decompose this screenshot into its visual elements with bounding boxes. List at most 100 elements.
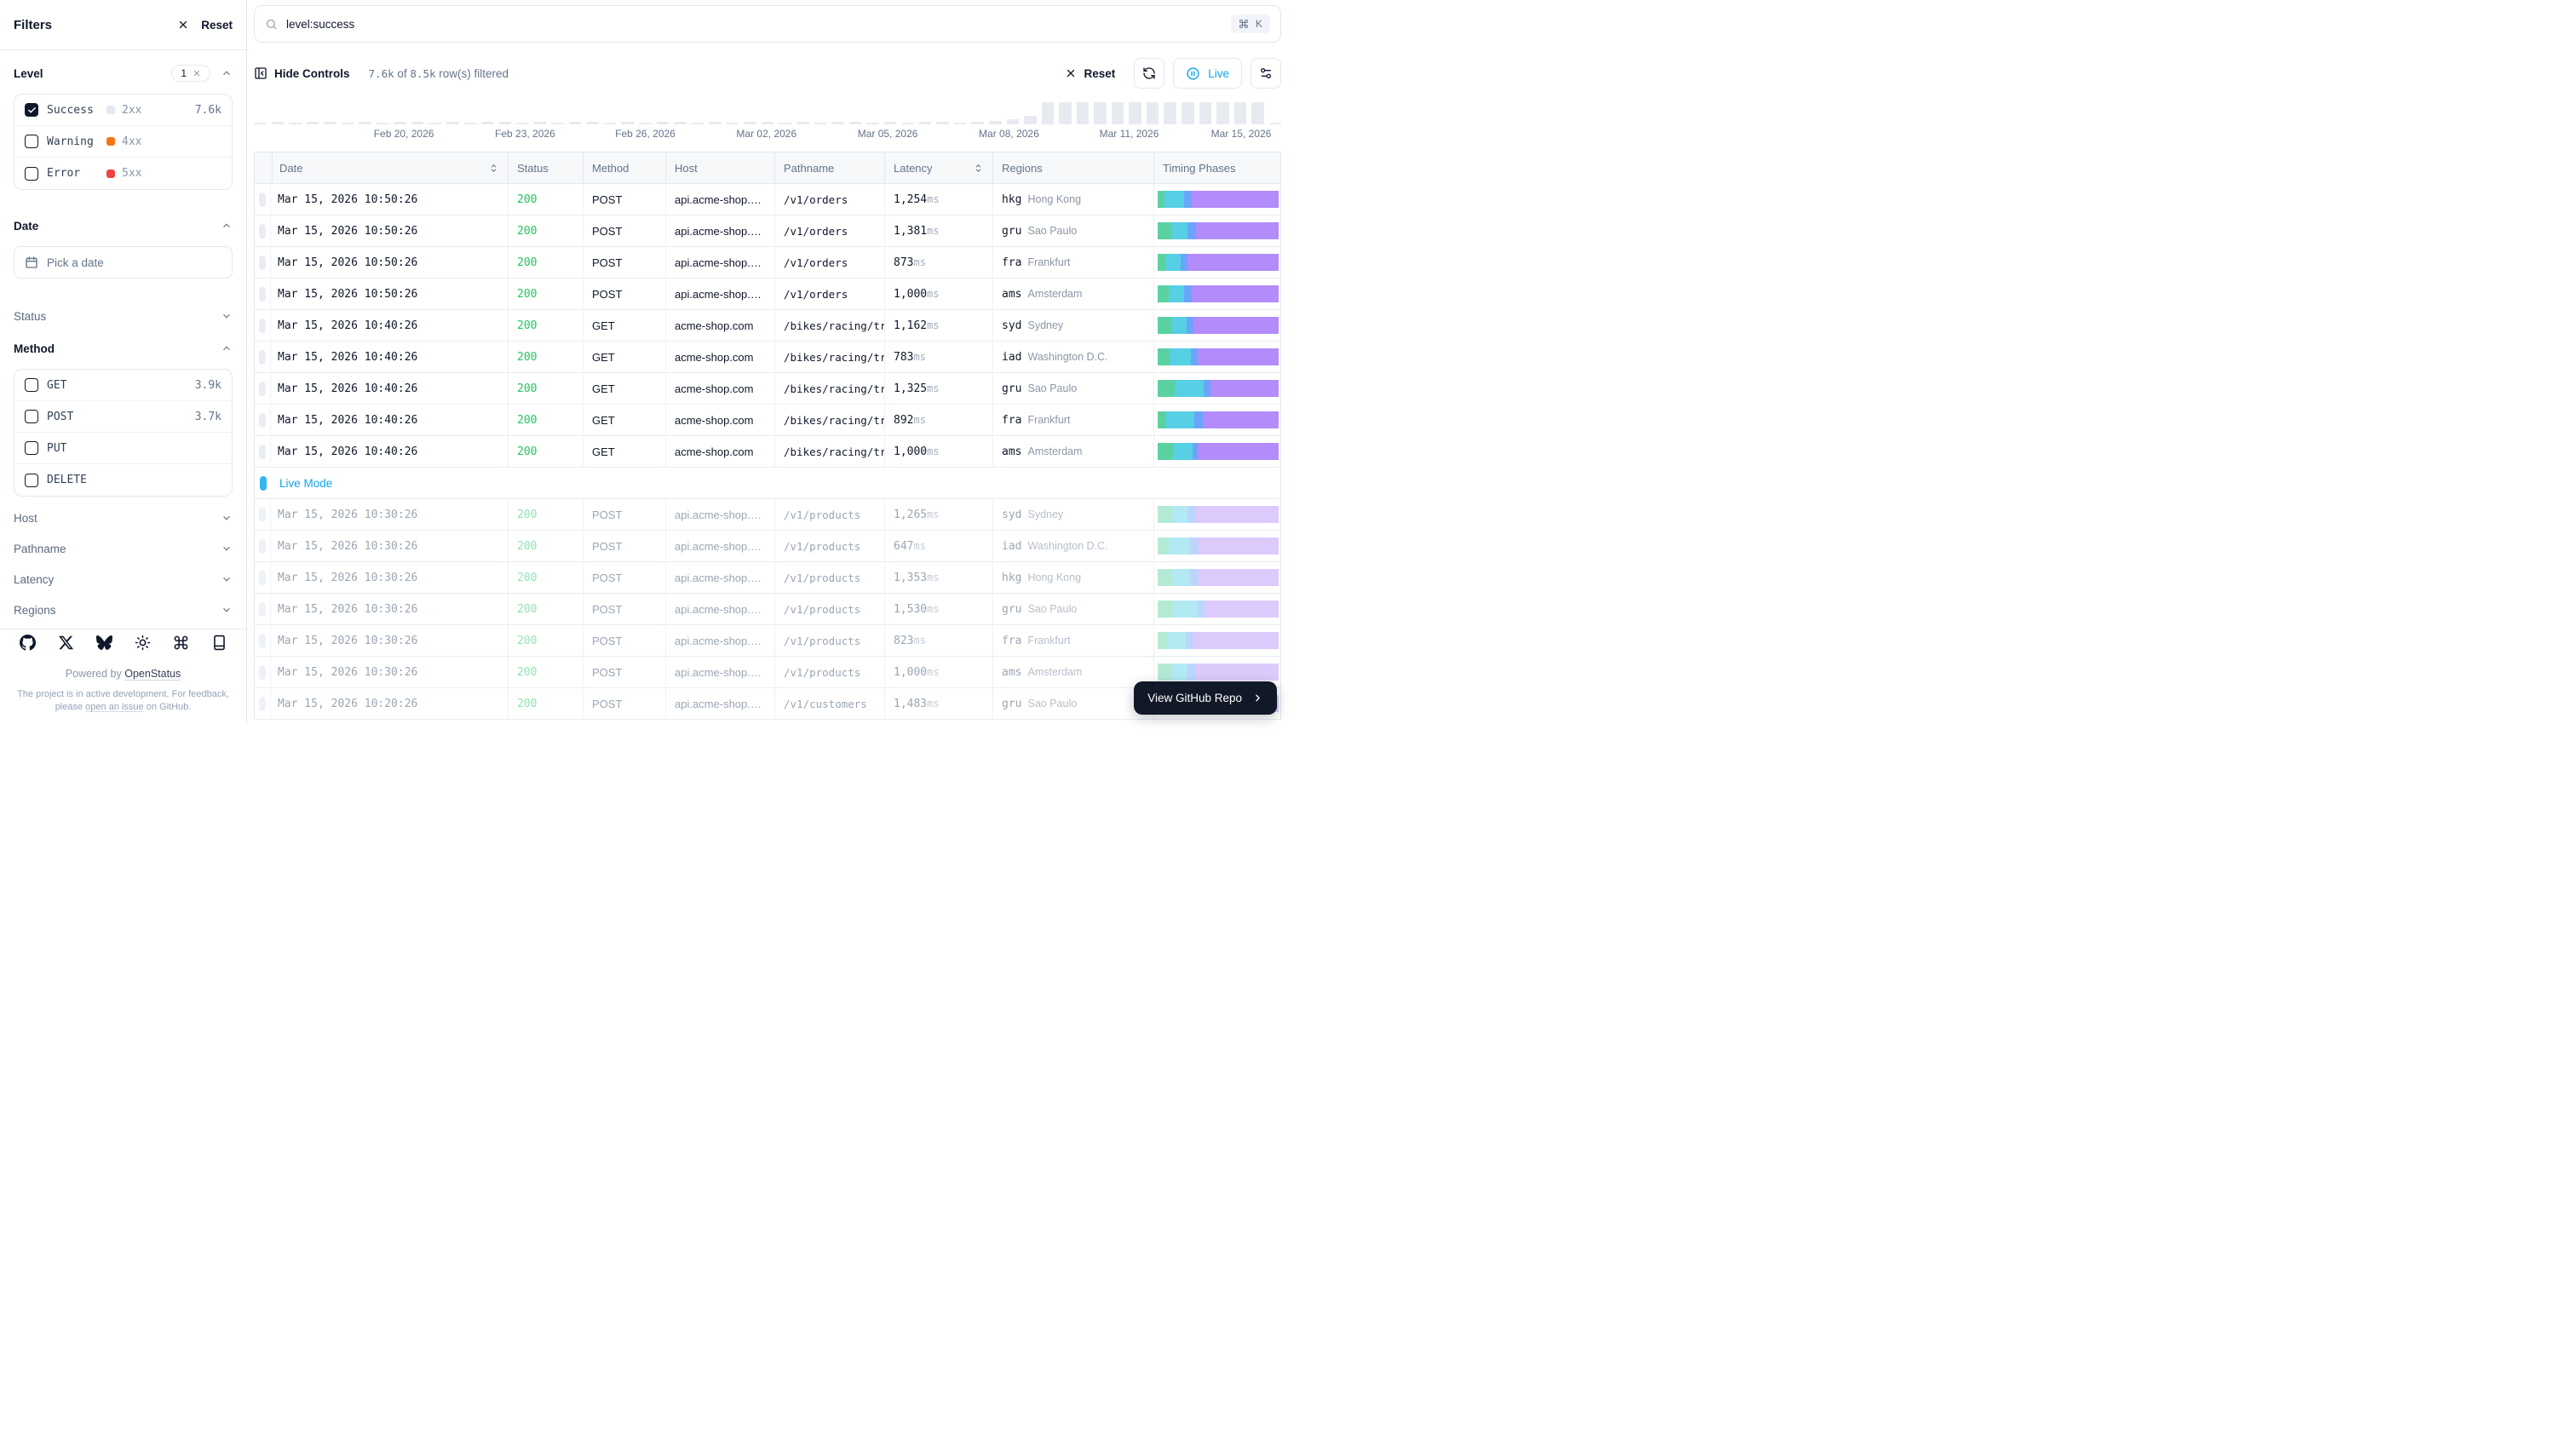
column-header-regions[interactable]: Regions xyxy=(993,152,1154,183)
checkbox[interactable] xyxy=(25,410,38,423)
method-option-row[interactable]: PUT xyxy=(14,433,232,464)
histogram-bar[interactable] xyxy=(796,122,809,124)
row-select-cell[interactable] xyxy=(255,405,271,435)
histogram-bar[interactable] xyxy=(499,122,512,124)
book-icon[interactable] xyxy=(211,635,227,651)
table-row[interactable]: Mar 15, 2026 10:20:26200POSTapi.acme-sho… xyxy=(255,688,1280,720)
histogram-bar[interactable] xyxy=(657,122,670,124)
column-header-latency[interactable]: Latency xyxy=(885,152,993,183)
row-select-cell[interactable] xyxy=(255,184,271,215)
table-row[interactable]: Mar 15, 2026 10:30:26200POSTapi.acme-sho… xyxy=(255,562,1280,594)
chevron-up-icon[interactable] xyxy=(221,67,233,79)
column-header-status[interactable]: Status xyxy=(509,152,584,183)
histogram-bar[interactable] xyxy=(1234,102,1247,124)
histogram-bar[interactable] xyxy=(814,123,827,124)
chevron-down-icon[interactable] xyxy=(221,512,233,524)
column-header-date[interactable]: Date xyxy=(271,152,509,183)
checkbox[interactable] xyxy=(25,441,38,455)
histogram-bar[interactable] xyxy=(1077,102,1090,124)
histogram-bar[interactable] xyxy=(1129,102,1141,124)
view-github-repo-button[interactable]: View GitHub Repo xyxy=(1134,681,1277,715)
histogram-bar[interactable] xyxy=(394,122,406,124)
histogram-bar[interactable] xyxy=(446,122,459,124)
histogram-bar[interactable] xyxy=(569,122,582,124)
table-row[interactable]: Mar 15, 2026 10:50:26200POSTapi.acme-sho… xyxy=(255,279,1280,310)
chevron-down-icon[interactable] xyxy=(221,310,233,322)
histogram-bar[interactable] xyxy=(551,123,564,124)
row-select-cell[interactable] xyxy=(255,657,271,687)
section-level[interactable]: Level 1 xyxy=(14,63,233,83)
row-select-cell[interactable] xyxy=(255,499,271,530)
histogram-bar[interactable] xyxy=(1147,102,1159,124)
chevron-down-icon[interactable] xyxy=(221,543,233,554)
section-pathname[interactable]: Pathname xyxy=(14,538,233,559)
histogram-bar[interactable] xyxy=(639,123,652,124)
table-row[interactable]: Mar 15, 2026 10:50:26200POSTapi.acme-sho… xyxy=(255,215,1280,247)
histogram-bar[interactable] xyxy=(621,122,634,124)
method-option-row[interactable]: DELETE xyxy=(14,464,232,496)
checkbox[interactable] xyxy=(25,103,38,117)
table-row[interactable]: Mar 15, 2026 10:40:26200GETacme-shop.com… xyxy=(255,436,1280,468)
search-bar[interactable]: level:success K xyxy=(254,5,1281,43)
column-header-pathname[interactable]: Pathname xyxy=(775,152,885,183)
section-status[interactable]: Status xyxy=(14,306,233,326)
histogram-bar[interactable] xyxy=(1216,102,1229,124)
table-row[interactable]: Mar 15, 2026 10:40:26200GETacme-shop.com… xyxy=(255,342,1280,373)
histogram-bar[interactable] xyxy=(604,123,617,124)
histogram-bar[interactable] xyxy=(307,122,319,124)
histogram-bar[interactable] xyxy=(762,122,774,124)
date-histogram[interactable]: Feb 20, 2026Feb 23, 2026Feb 26, 2026Mar … xyxy=(254,101,1281,141)
table-row[interactable]: Mar 15, 2026 10:30:26200POSTapi.acme-sho… xyxy=(255,594,1280,625)
column-header-timing-phases[interactable]: Timing Phases xyxy=(1154,152,1282,183)
table-row[interactable]: Mar 15, 2026 10:50:26200POSTapi.acme-sho… xyxy=(255,184,1280,215)
histogram-bar[interactable] xyxy=(1112,102,1124,124)
row-select-cell[interactable] xyxy=(255,342,271,372)
table-row[interactable]: Mar 15, 2026 10:40:26200GETacme-shop.com… xyxy=(255,405,1280,436)
histogram-bar[interactable] xyxy=(254,123,267,124)
live-mode-row[interactable]: Live Mode xyxy=(255,468,1280,499)
histogram-bar[interactable] xyxy=(849,122,862,124)
histogram-bar[interactable] xyxy=(901,123,914,124)
row-select-cell[interactable] xyxy=(255,247,271,278)
histogram-bar[interactable] xyxy=(1199,102,1212,124)
histogram-bar[interactable] xyxy=(884,122,897,124)
table-row[interactable]: Mar 15, 2026 10:30:26200POSTapi.acme-sho… xyxy=(255,531,1280,562)
histogram-bar[interactable] xyxy=(744,122,756,124)
checkbox[interactable] xyxy=(25,167,38,181)
row-select-cell[interactable] xyxy=(255,531,271,561)
open-issue-link[interactable]: open an issue xyxy=(85,702,144,712)
histogram-bar[interactable] xyxy=(516,123,529,124)
column-header-host[interactable]: Host xyxy=(666,152,775,183)
column-header-method[interactable]: Method xyxy=(584,152,666,183)
checkbox[interactable] xyxy=(25,378,38,392)
histogram-bar[interactable] xyxy=(674,122,687,124)
histogram-bar[interactable] xyxy=(1269,123,1282,124)
section-regions[interactable]: Regions xyxy=(14,600,233,620)
method-option-row[interactable]: GET3.9k xyxy=(14,370,232,401)
histogram-bar[interactable] xyxy=(411,122,424,124)
histogram-bar[interactable] xyxy=(428,123,441,124)
histogram-bar[interactable] xyxy=(1059,102,1072,124)
level-option-row[interactable]: Success2xx7.6k xyxy=(14,95,232,126)
table-row[interactable]: Mar 15, 2026 10:30:26200POSTapi.acme-sho… xyxy=(255,625,1280,657)
histogram-bar[interactable] xyxy=(692,123,704,124)
row-select-cell[interactable] xyxy=(255,279,271,309)
hide-controls-button[interactable]: Hide Controls xyxy=(254,66,350,80)
level-option-row[interactable]: Warning4xx xyxy=(14,126,232,158)
histogram-bar[interactable] xyxy=(481,122,494,124)
live-button[interactable]: Live xyxy=(1173,58,1242,89)
histogram-bar[interactable] xyxy=(779,123,791,124)
histogram-bar[interactable] xyxy=(1251,102,1264,124)
table-row[interactable]: Mar 15, 2026 10:50:26200POSTapi.acme-sho… xyxy=(255,247,1280,279)
section-latency[interactable]: Latency xyxy=(14,569,233,589)
github-icon[interactable] xyxy=(20,635,36,651)
badge-clear-icon[interactable] xyxy=(193,69,201,78)
view-settings-button[interactable] xyxy=(1251,58,1281,89)
row-select-cell[interactable] xyxy=(255,625,271,656)
table-row[interactable]: Mar 15, 2026 10:30:26200POSTapi.acme-sho… xyxy=(255,657,1280,688)
sort-icon[interactable] xyxy=(488,163,499,174)
histogram-bar[interactable] xyxy=(727,123,739,124)
row-select-cell[interactable] xyxy=(255,688,271,719)
checkbox[interactable] xyxy=(25,474,38,487)
row-select-cell[interactable] xyxy=(255,562,271,593)
